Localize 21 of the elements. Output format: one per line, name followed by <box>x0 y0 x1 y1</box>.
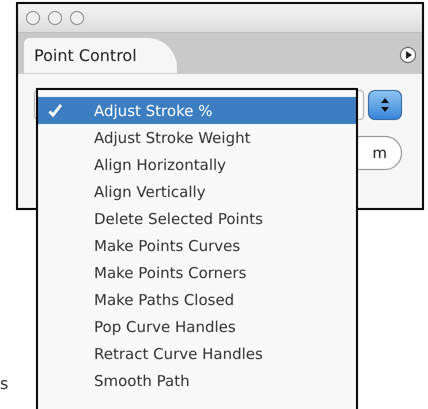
window-control-button[interactable] <box>70 11 84 25</box>
menu-item[interactable]: Align Horizontally <box>38 151 356 178</box>
window-control-button[interactable] <box>48 11 62 25</box>
menu-item[interactable]: Make Paths Closed <box>38 286 356 313</box>
menu-item[interactable]: Pop Curve Handles <box>38 313 356 340</box>
menu-item[interactable]: Smooth Path <box>38 367 356 394</box>
menu-item[interactable]: Delete Selected Points <box>38 205 356 232</box>
panel-menu-button[interactable] <box>400 47 416 63</box>
menu-item[interactable]: Adjust Stroke % <box>38 97 356 124</box>
panel-tab[interactable]: Point Control <box>24 38 177 73</box>
menu-item[interactable]: Align Vertically <box>38 178 356 205</box>
margin-text: s <box>0 374 8 393</box>
up-down-arrows-icon <box>380 97 390 113</box>
stepper-button[interactable] <box>368 90 402 120</box>
menu-item[interactable]: Retract Curve Handles <box>38 340 356 367</box>
menu-item[interactable]: Make Points Curves <box>38 232 356 259</box>
menu-item[interactable]: Make Points Corners <box>38 259 356 286</box>
window-control-button[interactable] <box>26 11 40 25</box>
checkmark-icon <box>48 103 63 118</box>
menu-item[interactable]: Adjust Stroke Weight <box>38 124 356 151</box>
triangle-icon <box>405 50 413 60</box>
